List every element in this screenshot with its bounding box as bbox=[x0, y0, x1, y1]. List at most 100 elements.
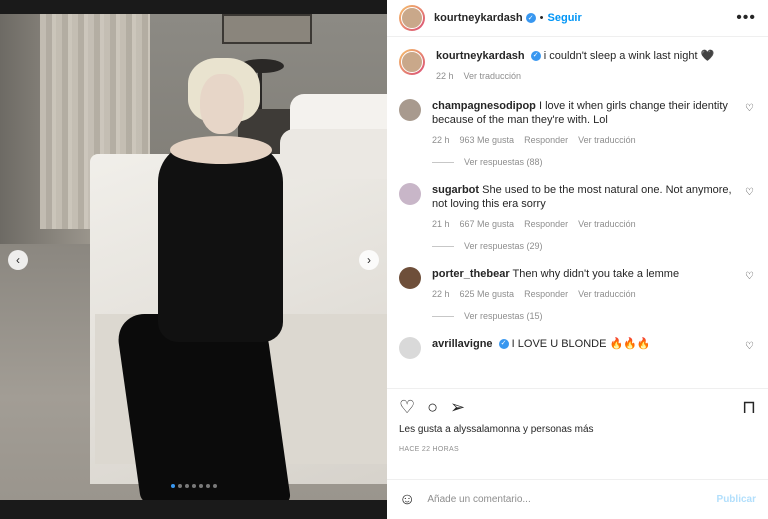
follow-button[interactable]: Seguir bbox=[548, 12, 582, 24]
post-media: ‹ › bbox=[0, 0, 387, 519]
comment-item: champagnesodipop I love it when girls ch… bbox=[399, 99, 756, 167]
post-photo bbox=[0, 14, 387, 500]
comment-heart-icon[interactable]: ♡ bbox=[745, 187, 754, 198]
carousel-dot bbox=[184, 484, 189, 488]
comment-body: porter_thebear Then why didn't you take … bbox=[432, 267, 756, 299]
carousel-dot bbox=[205, 484, 210, 488]
translate-link[interactable]: Ver traducción bbox=[578, 219, 636, 229]
prev-slide-button[interactable]: ‹ bbox=[8, 250, 28, 270]
replies-divider bbox=[432, 161, 454, 163]
verified-icon: ✓ bbox=[530, 51, 541, 62]
publish-button[interactable]: Publicar bbox=[717, 494, 756, 505]
author-avatar[interactable] bbox=[399, 5, 425, 31]
comment-meta: 21 h 667 Me gusta Responder Ver traducci… bbox=[432, 219, 736, 229]
comment-text: I LOVE U BLONDE 🔥🔥🔥 bbox=[511, 338, 651, 350]
comment-item: avrillavigne ✓ I LOVE U BLONDE 🔥🔥🔥 ♡ bbox=[399, 337, 756, 359]
commenter-username[interactable]: sugarbot bbox=[432, 184, 479, 196]
reply-link[interactable]: Responder bbox=[524, 219, 568, 229]
reply-link[interactable]: Responder bbox=[524, 135, 568, 145]
comment-text-line: porter_thebear Then why didn't you take … bbox=[432, 267, 736, 281]
replies-divider bbox=[432, 245, 454, 247]
comment-row: champagnesodipop I love it when girls ch… bbox=[399, 99, 756, 145]
photo-person-face bbox=[200, 74, 244, 134]
more-options-icon[interactable]: ••• bbox=[736, 9, 756, 27]
comment-item: porter_thebear Then why didn't you take … bbox=[399, 267, 756, 321]
comment-row: avrillavigne ✓ I LOVE U BLONDE 🔥🔥🔥 ♡ bbox=[399, 337, 756, 359]
caption-username[interactable]: kourtneykardash bbox=[436, 50, 525, 62]
caption-text: i couldn't sleep a wink last night 🖤 bbox=[543, 50, 715, 62]
share-icon[interactable]: ➢ bbox=[450, 398, 465, 416]
post-header: kourtneykardash ✓ • Seguir ••• bbox=[387, 0, 768, 37]
caption-translate-link[interactable]: Ver traducción bbox=[464, 71, 522, 81]
commenter-username[interactable]: avrillavigne bbox=[432, 338, 493, 350]
comment-meta: 22 h 625 Me gusta Responder Ver traducci… bbox=[432, 289, 736, 299]
comment-likes[interactable]: 667 Me gusta bbox=[460, 219, 515, 229]
comment-icon[interactable]: ○ bbox=[427, 398, 438, 416]
comment-list: champagnesodipop I love it when girls ch… bbox=[399, 99, 756, 359]
action-bar: ♡ ○ ➢ ⊓ bbox=[387, 388, 768, 424]
comment-row: porter_thebear Then why didn't you take … bbox=[399, 267, 756, 299]
commenter-username[interactable]: porter_thebear bbox=[432, 268, 510, 280]
view-replies-label[interactable]: Ver respuestas (88) bbox=[464, 157, 543, 167]
carousel-dot bbox=[170, 484, 175, 488]
post-panel: kourtneykardash ✓ • Seguir ••• kourtneyk… bbox=[387, 0, 768, 519]
carousel-dot bbox=[191, 484, 196, 488]
carousel-dot bbox=[212, 484, 217, 488]
comment-time: 22 h bbox=[432, 135, 450, 145]
commenter-username[interactable]: champagnesodipop bbox=[432, 100, 536, 112]
view-replies[interactable]: Ver respuestas (88) bbox=[432, 157, 756, 167]
comment-row: sugarbot She used to be the most natural… bbox=[399, 183, 756, 229]
view-replies[interactable]: Ver respuestas (15) bbox=[432, 311, 756, 321]
comment-text-line: champagnesodipop I love it when girls ch… bbox=[432, 99, 736, 127]
photo-person-shoulders bbox=[170, 136, 272, 164]
caption-avatar[interactable] bbox=[399, 49, 425, 75]
comment-text-line: sugarbot She used to be the most natural… bbox=[432, 183, 736, 211]
comment-meta: 22 h 963 Me gusta Responder Ver traducci… bbox=[432, 135, 736, 145]
comment-text: Then why didn't you take a lemme bbox=[512, 268, 680, 280]
caption-text-line: kourtneykardash ✓ i couldn't sleep a win… bbox=[436, 49, 736, 63]
author-avatar-image bbox=[401, 7, 423, 29]
view-replies[interactable]: Ver respuestas (29) bbox=[432, 241, 756, 251]
caption-meta: 22 h Ver traducción bbox=[436, 71, 736, 81]
heart-icon[interactable]: ♡ bbox=[399, 398, 415, 416]
photo-pillow-2 bbox=[280, 129, 387, 179]
commenter-avatar[interactable] bbox=[399, 183, 421, 205]
header-separator: • bbox=[539, 12, 544, 24]
commenter-avatar[interactable] bbox=[399, 267, 421, 289]
bookmark-icon[interactable]: ⊓ bbox=[742, 398, 756, 416]
comment-body: avrillavigne ✓ I LOVE U BLONDE 🔥🔥🔥 bbox=[432, 337, 756, 359]
likes-summary[interactable]: Les gusta a alyssalamonna y personas más bbox=[387, 424, 768, 440]
comment-body: champagnesodipop I love it when girls ch… bbox=[432, 99, 756, 145]
commenter-avatar[interactable] bbox=[399, 99, 421, 121]
chevron-right-icon: › bbox=[367, 253, 371, 267]
carousel-dot bbox=[198, 484, 203, 488]
carousel-dot bbox=[177, 484, 182, 488]
comments-section: kourtneykardash ✓ i couldn't sleep a win… bbox=[387, 37, 768, 388]
post-caption: kourtneykardash ✓ i couldn't sleep a win… bbox=[399, 49, 756, 81]
comment-time: 21 h bbox=[432, 219, 450, 229]
comment-heart-icon[interactable]: ♡ bbox=[745, 103, 754, 114]
emoji-icon[interactable]: ☺ bbox=[399, 491, 415, 509]
comment-heart-icon[interactable]: ♡ bbox=[745, 341, 754, 352]
post-modal: ‹ › kourtneykardash ✓ • Seguir ••• kourt… bbox=[0, 0, 768, 519]
next-slide-button[interactable]: › bbox=[359, 250, 379, 270]
commenter-avatar[interactable] bbox=[399, 337, 421, 359]
comment-heart-icon[interactable]: ♡ bbox=[745, 271, 754, 282]
verified-icon: ✓ bbox=[525, 13, 536, 23]
comment-likes[interactable]: 625 Me gusta bbox=[460, 289, 515, 299]
translate-link[interactable]: Ver traducción bbox=[578, 135, 636, 145]
replies-divider bbox=[432, 315, 454, 317]
caption-body: kourtneykardash ✓ i couldn't sleep a win… bbox=[436, 49, 756, 81]
caption-time: 22 h bbox=[436, 71, 454, 81]
view-replies-label[interactable]: Ver respuestas (29) bbox=[464, 241, 543, 251]
reply-link[interactable]: Responder bbox=[524, 289, 568, 299]
comment-input[interactable] bbox=[427, 494, 717, 505]
translate-link[interactable]: Ver traducción bbox=[578, 289, 636, 299]
photo-frame bbox=[222, 14, 312, 44]
caption-avatar-image bbox=[401, 51, 423, 73]
verified-icon: ✓ bbox=[498, 339, 509, 350]
view-replies-label[interactable]: Ver respuestas (15) bbox=[464, 311, 543, 321]
comment-body: sugarbot She used to be the most natural… bbox=[432, 183, 756, 229]
author-username[interactable]: kourtneykardash bbox=[434, 12, 523, 24]
comment-likes[interactable]: 963 Me gusta bbox=[460, 135, 515, 145]
